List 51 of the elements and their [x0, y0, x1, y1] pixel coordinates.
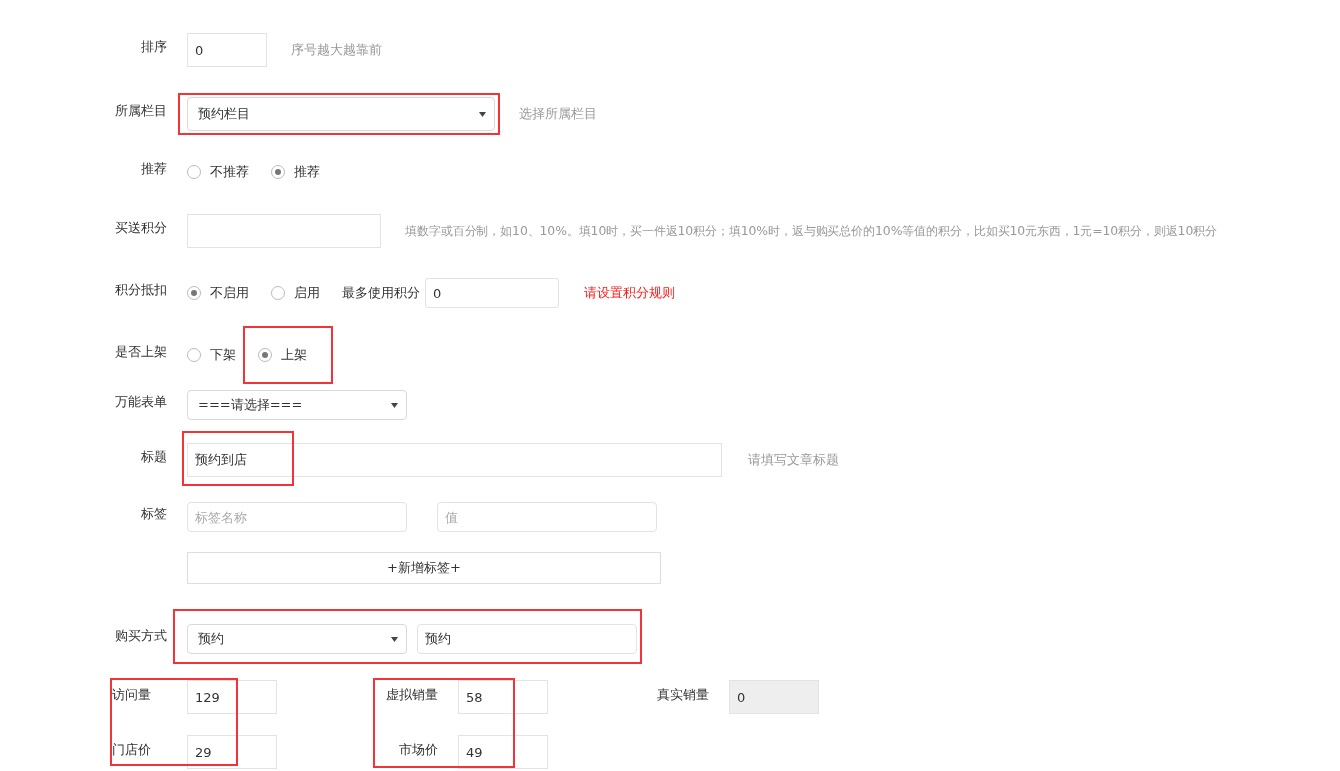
radio-option[interactable]: 下架: [187, 346, 236, 364]
radio-option[interactable]: 启用: [271, 284, 320, 302]
number-input[interactable]: 58: [458, 680, 548, 714]
radio-icon: [271, 286, 285, 300]
form-select[interactable]: ===请选择===: [187, 390, 407, 420]
radio-icon: [187, 348, 201, 362]
warning-text: 请设置积分规则: [584, 284, 675, 302]
radio-icon: [271, 165, 285, 179]
radio-icon: [187, 165, 201, 179]
field-label: 标签: [140, 505, 167, 523]
field-label: 门店价: [112, 741, 152, 759]
hint-text: 填数字或百分制，如10、10%。填10时，买一件返10积分；填10%时，返与购买总价的10%等值的积分，比如买10元东西，1元=10积分，则返10积分: [405, 222, 1217, 240]
field-label: 排序: [140, 38, 167, 56]
max-points-input[interactable]: 0: [425, 278, 559, 308]
field-label: 真实销量: [656, 686, 710, 704]
number-input[interactable]: 129: [187, 680, 277, 714]
category-select[interactable]: 预约栏目: [187, 97, 495, 131]
radio-icon: [258, 348, 272, 362]
field-label: 标题: [140, 448, 167, 466]
caret-icon: [391, 402, 398, 408]
bonus-points-input[interactable]: [187, 214, 381, 248]
caret-icon: [391, 636, 398, 642]
radio-option[interactable]: 上架: [258, 346, 307, 364]
add-tag-button[interactable]: +新增标签+: [187, 552, 661, 584]
sort-input[interactable]: 0: [187, 33, 267, 67]
hint-text: 选择所属栏目: [519, 105, 597, 123]
tag-value-input[interactable]: 值: [437, 502, 657, 532]
field-label: 虚拟销量: [385, 686, 439, 704]
purchase-mode-select[interactable]: 预约: [187, 624, 407, 654]
field-label: 积分抵扣: [114, 281, 167, 299]
field-label: 是否上架: [114, 343, 167, 361]
radio-option[interactable]: 不推荐: [187, 163, 249, 181]
field-label: 市场价: [398, 741, 439, 759]
number-input[interactable]: 49: [458, 735, 548, 769]
field-label: 所属栏目: [114, 102, 167, 120]
field-label: 买送积分: [114, 219, 167, 237]
radio-icon: [187, 286, 201, 300]
tag-name-input[interactable]: 标签名称: [187, 502, 407, 532]
purchase-text-input[interactable]: 预约: [417, 624, 637, 654]
hint-text: 序号越大越靠前: [291, 41, 382, 59]
field-label: 推荐: [140, 160, 167, 178]
caret-icon: [479, 111, 486, 117]
field-label: 万能表单: [114, 393, 167, 411]
number-input[interactable]: 29: [187, 735, 277, 769]
radio-option[interactable]: 不启用: [187, 284, 249, 302]
field-label: 购买方式: [114, 627, 167, 645]
title-input[interactable]: 预约到店: [187, 443, 722, 477]
radio-option[interactable]: 推荐: [271, 163, 320, 181]
hint-text: 请填写文章标题: [748, 451, 839, 469]
field-label: 访问量: [112, 686, 152, 704]
field-label: 最多使用积分: [342, 284, 420, 302]
